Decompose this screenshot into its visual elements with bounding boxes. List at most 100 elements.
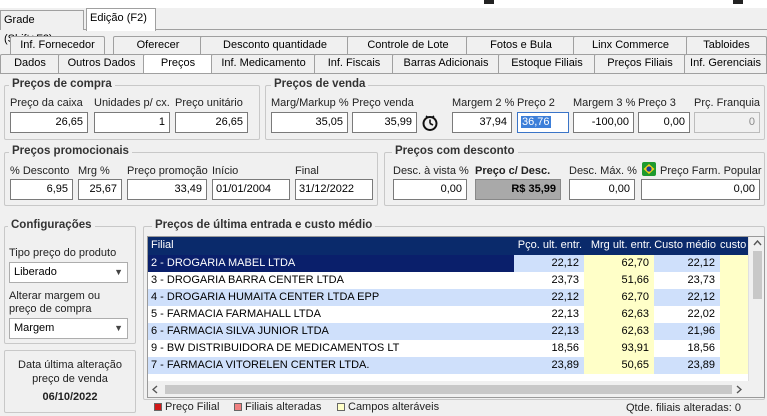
cell-mrg-ult: 51,66: [584, 272, 654, 289]
tab-barras-adicionais[interactable]: Barras Adicionais: [392, 54, 500, 73]
label-data-alteracao-2: preço de venda: [32, 373, 108, 385]
vertical-scrollbar[interactable]: [748, 237, 764, 382]
tab-outros-dados[interactable]: Outros Dados: [58, 54, 145, 73]
label-preco-desc: Preço c/ Desc.: [475, 165, 551, 177]
preco3-field[interactable]: 0,00: [638, 112, 690, 133]
preco-unitario-field[interactable]: 26,65: [175, 112, 248, 133]
tab-precos[interactable]: Preços: [143, 54, 213, 74]
desc-vista-field[interactable]: 0,00: [393, 179, 467, 200]
group-title-configuracoes: Configurações: [8, 219, 95, 231]
tab-grade[interactable]: Grade (Shift+F3): [0, 10, 84, 45]
unidades-field[interactable]: 1: [94, 112, 170, 133]
window-control-icon[interactable]: [484, 0, 494, 4]
table-row[interactable]: 4 - DROGARIA HUMAITA CENTER LTDA EPP 22,1…: [148, 289, 764, 306]
horizontal-scrollbar[interactable]: [148, 381, 764, 397]
chevron-down-icon: ▼: [114, 267, 123, 277]
chevron-down-icon: ▼: [114, 323, 123, 333]
cell-mrg-ult: 62,70: [584, 255, 654, 272]
table-row[interactable]: 3 - DROGARIA BARRA CENTER LTDA 23,73 51,66…: [148, 272, 764, 289]
horizontal-scroll-thumb[interactable]: [165, 385, 732, 394]
group-title-precos-compra: Preços de compra: [9, 78, 115, 90]
label-franquia: Prç. Franquia: [694, 97, 761, 109]
tab-precos-filiais[interactable]: Preços Filiais: [594, 54, 686, 73]
cell-custo-medio: 22,12: [654, 289, 720, 306]
margem3-field[interactable]: -100,00: [573, 112, 634, 133]
tipo-preco-select[interactable]: Liberado ▼: [9, 262, 128, 283]
desconto-field[interactable]: 6,95: [10, 179, 73, 200]
tab-fotos-e-bula[interactable]: Fotos e Bula: [466, 36, 576, 55]
tab-inf-medicamento[interactable]: Inf. Medicamento: [211, 54, 316, 73]
table-row[interactable]: 9 - BW DISTRIBUIDORA DE MEDICAMENTOS LT 1…: [148, 340, 764, 357]
scroll-up-icon[interactable]: [753, 240, 762, 246]
table-row[interactable]: 2 - DROGARIA MABEL LTDA 22,12 62,70 22,12: [148, 255, 764, 272]
cell-pco-ult: 23,89: [514, 357, 584, 374]
final-date-field[interactable]: 31/12/2022: [295, 179, 373, 200]
label-alterar-1: Alterar margem ou: [9, 290, 101, 302]
preco-venda-field[interactable]: 35,99: [352, 112, 417, 133]
tab-inf-gerenciais[interactable]: Inf. Gerenciais: [684, 54, 767, 73]
cell-pco-ult: 23,73: [514, 272, 584, 289]
tab-inf-fiscais[interactable]: Inf. Fiscais: [314, 54, 394, 73]
scroll-left-icon[interactable]: [152, 385, 158, 394]
desc-max-field[interactable]: 0,00: [569, 179, 635, 200]
label-preco-unitario: Preço unitário: [175, 97, 243, 109]
cell-custo: [720, 306, 748, 323]
col-pco-ult[interactable]: Pço. ult. entr.: [514, 237, 582, 255]
brazil-flag-icon: [642, 162, 656, 176]
label-inicio: Início: [212, 165, 239, 177]
tab-linx-commerce[interactable]: Linx Commerce: [573, 36, 688, 55]
label-preco3: Preço 3: [638, 97, 676, 109]
cell-custo-medio: 23,73: [654, 272, 720, 289]
tab-desconto-quantidade[interactable]: Desconto quantidade: [200, 36, 350, 55]
grid-header: Filial Pço. ult. entr. Mrg ult. entr. Cu…: [148, 237, 764, 255]
mrg-field[interactable]: 25,67: [78, 179, 122, 200]
table-row[interactable]: 5 - FARMACIA FARMAHALL LTDA 22,13 62,63 22,…: [148, 306, 764, 323]
legend-filiais-alteradas: Filiais alteradas: [245, 401, 322, 413]
window-control-icon[interactable]: [733, 0, 743, 4]
preco-caixa-field[interactable]: 26,65: [10, 112, 88, 133]
cell-pco-ult: 22,12: [514, 289, 584, 306]
tab-tabloides[interactable]: Tabloides: [686, 36, 767, 55]
col-custo-medio[interactable]: Custo médio: [654, 237, 716, 255]
preco-promocao-field[interactable]: 33,49: [127, 179, 207, 200]
tab-edicao[interactable]: Edição (F2): [86, 8, 156, 31]
preco2-value: 36,76: [521, 116, 551, 128]
alterar-margem-select[interactable]: Margem ▼: [9, 318, 128, 339]
farm-popular-field[interactable]: 0,00: [641, 179, 760, 200]
filiais-grid[interactable]: Filial Pço. ult. entr. Mrg ult. entr. Cu…: [147, 236, 765, 398]
label-markup: Marg/Markup %: [271, 97, 349, 109]
cell-custo: [720, 357, 748, 374]
scroll-right-icon[interactable]: [736, 385, 742, 394]
table-row[interactable]: 7 - FARMACIA VITORELEN CENTER LTDA. 23,89…: [148, 357, 764, 374]
label-mrg: Mrg %: [78, 165, 110, 177]
col-mrg-ult[interactable]: Mrg ult. entr.: [585, 237, 652, 255]
cell-custo: [720, 323, 748, 340]
cell-mrg-ult: 62,63: [584, 306, 654, 323]
label-unidades: Unidades p/ cx.: [94, 97, 170, 109]
inicio-date-field[interactable]: 01/01/2004: [212, 179, 290, 200]
col-custo[interactable]: custo: [720, 237, 746, 255]
tab-oferecer[interactable]: Oferecer: [113, 36, 203, 55]
tipo-preco-value: Liberado: [14, 266, 57, 278]
legend-pink-square: [234, 403, 242, 411]
preco2-field[interactable]: 36,76: [517, 112, 569, 133]
preco-desc-field: R$ 35,99: [475, 179, 561, 200]
tab-dados[interactable]: Dados: [0, 54, 60, 73]
tab-controle-de-lote[interactable]: Controle de Lote: [347, 36, 469, 55]
label-preco-venda: Preço venda: [352, 97, 414, 109]
tab-inf-fornecedor[interactable]: Inf. Fornecedor: [10, 36, 105, 55]
tab-row-2: Dados Outros Dados Preços Inf. Medicamen…: [0, 54, 767, 74]
label-alterar-2: preço de compra: [9, 303, 92, 315]
tab-estoque-filiais[interactable]: Estoque Filiais: [498, 54, 596, 73]
vertical-scroll-thumb[interactable]: [753, 251, 762, 299]
table-row[interactable]: 6 - FARMACIA SILVA JUNIOR LTDA 22,13 62,63…: [148, 323, 764, 340]
clock-icon[interactable]: [421, 114, 439, 132]
label-preco-promocao: Preço promoção: [127, 165, 208, 177]
cell-filial: 3 - DROGARIA BARRA CENTER LTDA: [148, 272, 514, 289]
cell-mrg-ult: 62,63: [584, 323, 654, 340]
cell-mrg-ult: 93,91: [584, 340, 654, 357]
col-filial[interactable]: Filial: [151, 237, 174, 255]
markup-field[interactable]: 35,05: [271, 112, 348, 133]
label-tipo-preco: Tipo preço do produto: [9, 247, 117, 259]
margem2-field[interactable]: 37,94: [452, 112, 512, 133]
